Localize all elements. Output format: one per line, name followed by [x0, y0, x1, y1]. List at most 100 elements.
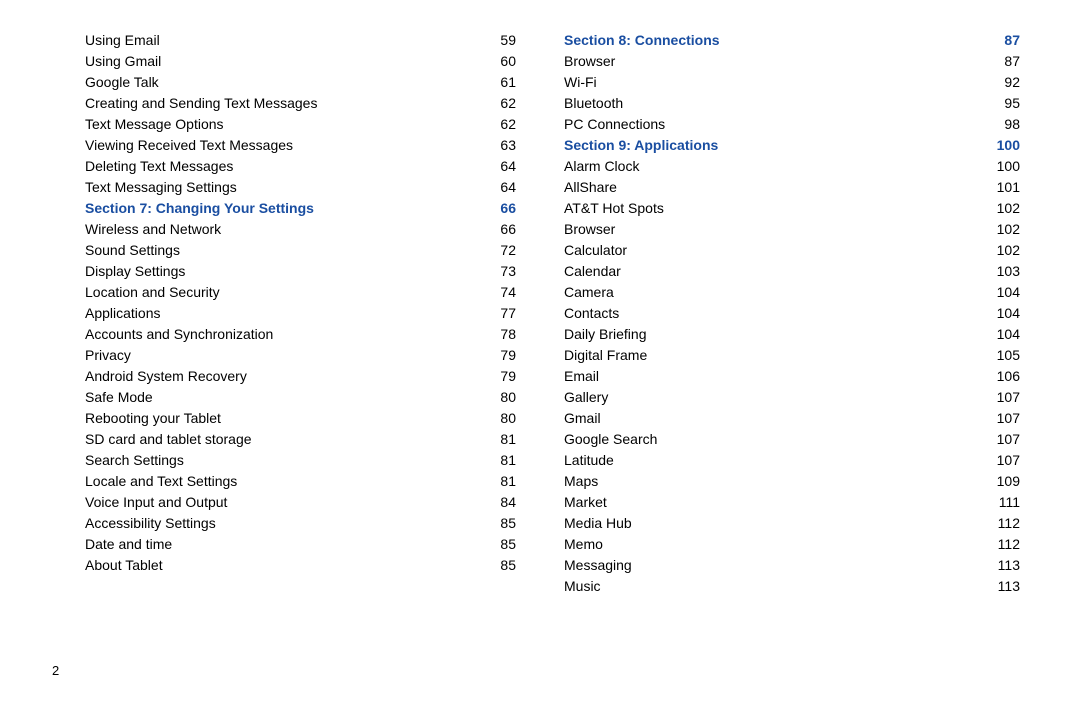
entry-label: Text Messaging Settings [85, 177, 237, 198]
page-ref: 109 [997, 471, 1020, 492]
entry-label: Gmail [564, 408, 601, 429]
page-ref: 85 [500, 555, 516, 576]
page-ref: 81 [500, 429, 516, 450]
page-ref: 113 [998, 555, 1020, 576]
toc-entry[interactable]: Latitude107 [564, 450, 1020, 471]
toc-entry[interactable]: Music113 [564, 576, 1020, 597]
page-ref: 62 [500, 114, 516, 135]
toc-entry[interactable]: Digital Frame105 [564, 345, 1020, 366]
toc-entry[interactable]: Contacts104 [564, 303, 1020, 324]
page-ref: 103 [997, 261, 1020, 282]
toc-entry[interactable]: Applications77 [85, 303, 516, 324]
toc-entry[interactable]: Voice Input and Output84 [85, 492, 516, 513]
toc-entry[interactable]: Rebooting your Tablet80 [85, 408, 516, 429]
toc-entry[interactable]: AT&T Hot Spots102 [564, 198, 1020, 219]
entry-label: Privacy [85, 345, 131, 366]
page-ref: 61 [500, 72, 516, 93]
toc-entry[interactable]: Email106 [564, 366, 1020, 387]
toc-entry[interactable]: Accounts and Synchronization78 [85, 324, 516, 345]
section-label: Section 8: Connections [564, 30, 720, 51]
entry-label: Locale and Text Settings [85, 471, 237, 492]
entry-label: Android System Recovery [85, 366, 247, 387]
toc-section-heading[interactable]: Section 7: Changing Your Settings66 [85, 198, 516, 219]
page-ref: 112 [998, 534, 1020, 555]
toc-entry[interactable]: Wireless and Network66 [85, 219, 516, 240]
toc-entry[interactable]: Messaging113 [564, 555, 1020, 576]
page-ref: 85 [500, 513, 516, 534]
page-ref: 98 [1004, 114, 1020, 135]
page-ref: 107 [997, 387, 1020, 408]
entry-label: Latitude [564, 450, 614, 471]
entry-label: Market [564, 492, 607, 513]
entry-label: Deleting Text Messages [85, 156, 233, 177]
toc-entry[interactable]: Date and time85 [85, 534, 516, 555]
entry-label: AT&T Hot Spots [564, 198, 664, 219]
toc-column-left: Using Email59Using Gmail60Google Talk61C… [40, 30, 540, 700]
toc-entry[interactable]: Browser102 [564, 219, 1020, 240]
toc-entry[interactable]: Market111 [564, 492, 1020, 513]
toc-entry[interactable]: Maps109 [564, 471, 1020, 492]
page-ref: 66 [500, 198, 516, 219]
toc-entry[interactable]: Accessibility Settings85 [85, 513, 516, 534]
toc-page: Using Email59Using Gmail60Google Talk61C… [0, 0, 1080, 720]
entry-label: PC Connections [564, 114, 665, 135]
page-ref: 85 [500, 534, 516, 555]
toc-entry[interactable]: Daily Briefing104 [564, 324, 1020, 345]
toc-entry[interactable]: Calendar103 [564, 261, 1020, 282]
entry-label: Safe Mode [85, 387, 153, 408]
entry-label: Wi-Fi [564, 72, 597, 93]
toc-entry[interactable]: Gmail107 [564, 408, 1020, 429]
toc-entry[interactable]: Bluetooth95 [564, 93, 1020, 114]
toc-entry[interactable]: Viewing Received Text Messages63 [85, 135, 516, 156]
toc-entry[interactable]: Browser87 [564, 51, 1020, 72]
page-ref: 80 [500, 408, 516, 429]
toc-entry[interactable]: Sound Settings72 [85, 240, 516, 261]
toc-entry[interactable]: Text Message Options62 [85, 114, 516, 135]
toc-entry[interactable]: AllShare101 [564, 177, 1020, 198]
toc-entry[interactable]: Using Email59 [85, 30, 516, 51]
page-ref: 101 [997, 177, 1020, 198]
toc-section-heading[interactable]: Section 9: Applications100 [564, 135, 1020, 156]
toc-entry[interactable]: Google Search107 [564, 429, 1020, 450]
page-ref: 60 [500, 51, 516, 72]
toc-entry[interactable]: Deleting Text Messages64 [85, 156, 516, 177]
page-ref: 100 [997, 135, 1020, 156]
page-ref: 87 [1004, 30, 1020, 51]
toc-entry[interactable]: Privacy 79 [85, 345, 516, 366]
toc-entry[interactable]: Alarm Clock100 [564, 156, 1020, 177]
toc-entry[interactable]: About Tablet 85 [85, 555, 516, 576]
entry-label: Daily Briefing [564, 324, 646, 345]
toc-entry[interactable]: Safe Mode 80 [85, 387, 516, 408]
toc-entry[interactable]: Display Settings73 [85, 261, 516, 282]
page-ref: 80 [500, 387, 516, 408]
toc-entry[interactable]: PC Connections 98 [564, 114, 1020, 135]
toc-entry[interactable]: Location and Security74 [85, 282, 516, 303]
toc-entry[interactable]: SD card and tablet storage81 [85, 429, 516, 450]
toc-entry[interactable]: Memo112 [564, 534, 1020, 555]
entry-label: Gallery [564, 387, 608, 408]
entry-label: Google Search [564, 429, 657, 450]
toc-entry[interactable]: Google Talk61 [85, 72, 516, 93]
page-ref: 79 [500, 345, 516, 366]
toc-entry[interactable]: Android System Recovery79 [85, 366, 516, 387]
toc-entry[interactable]: Wi-Fi92 [564, 72, 1020, 93]
toc-entry[interactable]: Creating and Sending Text Messages62 [85, 93, 516, 114]
toc-entry[interactable]: Calculator102 [564, 240, 1020, 261]
entry-label: Location and Security [85, 282, 220, 303]
toc-entry[interactable]: Media Hub112 [564, 513, 1020, 534]
toc-entry[interactable]: Gallery 107 [564, 387, 1020, 408]
page-ref: 102 [997, 219, 1020, 240]
toc-entry[interactable]: Using Gmail60 [85, 51, 516, 72]
toc-column-right: Section 8: Connections 87Browser87Wi-Fi92… [540, 30, 1040, 700]
entry-label: Applications [85, 303, 161, 324]
toc-section-heading[interactable]: Section 8: Connections 87 [564, 30, 1020, 51]
page-ref: 102 [997, 240, 1020, 261]
entry-label: About Tablet [85, 555, 163, 576]
entry-label: Using Email [85, 30, 160, 51]
page-ref: 81 [500, 471, 516, 492]
toc-entry[interactable]: Locale and Text Settings 81 [85, 471, 516, 492]
toc-entry[interactable]: Camera104 [564, 282, 1020, 303]
toc-entry[interactable]: Text Messaging Settings64 [85, 177, 516, 198]
page-ref: 72 [500, 240, 516, 261]
toc-entry[interactable]: Search Settings81 [85, 450, 516, 471]
